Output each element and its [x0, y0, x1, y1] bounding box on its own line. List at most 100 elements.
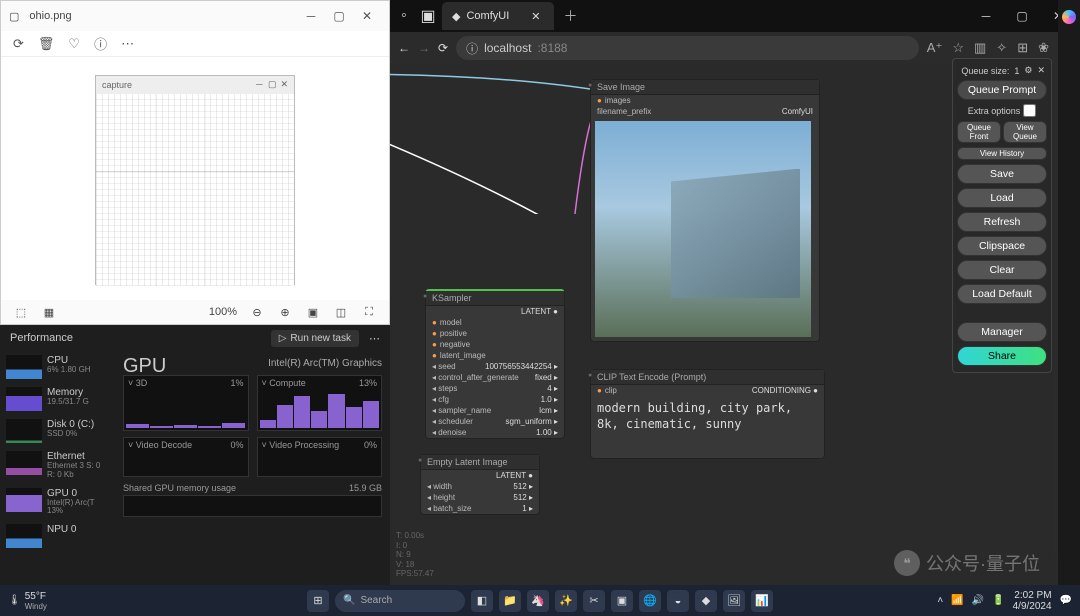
info-icon[interactable]: ⓘ — [94, 34, 107, 53]
extra-options-checkbox[interactable] — [1023, 104, 1036, 117]
rotate-icon[interactable]: ⟳ — [13, 36, 24, 52]
favorite-icon[interactable]: ☆ — [952, 40, 964, 56]
delete-icon[interactable]: 🗑 — [38, 36, 55, 52]
tab-actions-icon[interactable]: ▣ — [418, 6, 438, 26]
new-tab-button[interactable]: ＋ — [558, 6, 582, 26]
node-empty-latent[interactable]: Empty Latent Image LATENT ● ◂ width512 ▸… — [420, 454, 540, 515]
param-batch[interactable]: ◂ batch_size1 ▸ — [421, 503, 539, 514]
sidebar-cpu[interactable]: CPU6% 1.80 GH — [6, 355, 109, 379]
refresh-icon[interactable]: ⟳ — [438, 41, 448, 55]
favorites-bar-icon[interactable]: ✧ — [996, 40, 1007, 56]
site-info-icon[interactable]: ⓘ — [466, 40, 478, 57]
app-icon-3[interactable]: ◆ — [695, 590, 717, 612]
task-view-icon[interactable]: ◧ — [471, 590, 493, 612]
param-seed[interactable]: ◂ seed100756553442254 ▸ — [426, 361, 564, 372]
extensions-icon[interactable]: ❀ — [1038, 40, 1049, 56]
gear-icon[interactable]: ⚙ — [1024, 65, 1032, 76]
address-bar[interactable]: ⓘ localhost:8188 — [456, 36, 919, 60]
zoom-in-icon[interactable]: ⊕ — [277, 304, 293, 320]
node-title[interactable]: Save Image — [591, 80, 819, 95]
param-denoise[interactable]: ◂ denoise1.00 ▸ — [426, 427, 564, 438]
volume-icon[interactable]: 🔊 — [972, 595, 984, 606]
load-default-button[interactable]: Load Default — [957, 284, 1047, 304]
zoom-out-icon[interactable]: ⊖ — [249, 304, 265, 320]
refresh-button[interactable]: Refresh — [957, 212, 1047, 232]
image-canvas[interactable]: capture － ▢ ✕ — [1, 57, 389, 302]
windows-taskbar[interactable]: 🌡 55°FWindy ⊞ 🔍Search ◧ 📁 🦄 ✨ ✂ ▣ 🌐 ◒ ◆ … — [0, 585, 1080, 616]
copilot-bar[interactable] — [1058, 0, 1080, 585]
close-button[interactable]: ✕ — [353, 4, 381, 28]
sidebar-ethernet[interactable]: EthernetEthernet 3 S: 0 R: 0 Kb — [6, 451, 109, 480]
node-title[interactable]: CLIP Text Encode (Prompt) — [591, 370, 824, 385]
clipspace-button[interactable]: Clipspace — [957, 236, 1047, 256]
node-title[interactable]: Empty Latent Image — [421, 455, 539, 470]
collections-icon[interactable]: ⊞ — [1017, 40, 1028, 56]
read-aloud-icon[interactable]: A⁺ — [927, 40, 943, 56]
profile-icon[interactable]: ◦ — [394, 7, 414, 25]
param-sampler[interactable]: ◂ sampler_namelcm ▸ — [426, 405, 564, 416]
param-control[interactable]: ◂ control_after_generatefixed ▸ — [426, 372, 564, 383]
view-queue-button[interactable]: View Queue — [1003, 121, 1047, 143]
copilot-taskbar-icon[interactable]: ✨ — [555, 590, 577, 612]
split-icon[interactable]: ▥ — [974, 40, 986, 56]
compare-icon[interactable]: ⬚ — [13, 304, 29, 320]
actual-size-icon[interactable]: ◫ — [333, 304, 349, 320]
view-history-button[interactable]: View History — [957, 147, 1047, 160]
app-icon-1[interactable]: 🦄 — [527, 590, 549, 612]
param-width[interactable]: ◂ width512 ▸ — [421, 481, 539, 492]
notifications-icon[interactable]: 💬 — [1060, 595, 1072, 606]
param-scheduler[interactable]: ◂ schedulersgm_uniform ▸ — [426, 416, 564, 427]
capture-close-icon[interactable]: ✕ — [280, 79, 288, 90]
image-viewer-titlebar[interactable]: ▢ ohio.png － ▢ ✕ — [1, 1, 389, 31]
comfy-control-panel[interactable]: Queue size: 1 ⚙ ✕ Queue Prompt Extra opt… — [952, 58, 1052, 373]
back-icon[interactable]: ← — [398, 41, 410, 55]
browser-tabstrip[interactable]: ◦ ▣ ◆ ComfyUI ✕ ＋ － ▢ ✕ — [390, 0, 1080, 32]
photos-icon[interactable]: 🖼 — [723, 590, 745, 612]
more-icon[interactable]: ⋯ — [121, 36, 134, 52]
close-panel-icon[interactable]: ✕ — [1037, 65, 1045, 76]
node-title[interactable]: KSampler — [426, 291, 564, 306]
prompt-textarea[interactable] — [591, 396, 824, 456]
sidebar-npu[interactable]: NPU 0 — [6, 524, 109, 548]
share-button[interactable]: Share — [957, 346, 1047, 366]
minimize-button[interactable]: － — [297, 4, 325, 28]
save-button[interactable]: Save — [957, 164, 1047, 184]
browser-minimize-button[interactable]: － — [968, 2, 1004, 30]
app-icon-2[interactable]: ◒ — [667, 590, 689, 612]
copilot-icon[interactable] — [1062, 10, 1076, 24]
taskbar-clock[interactable]: 2:02 PM 4/9/2024 — [1013, 590, 1052, 612]
browser-tab[interactable]: ◆ ComfyUI ✕ — [442, 2, 554, 30]
capture-min-icon[interactable]: － — [255, 78, 264, 91]
fullscreen-icon[interactable]: ⛶ — [361, 304, 377, 320]
param-cfg[interactable]: ◂ cfg1.0 ▸ — [426, 394, 564, 405]
more-icon[interactable]: ⋯ — [369, 332, 380, 345]
start-button[interactable]: ⊞ — [307, 590, 329, 612]
grid-icon[interactable]: ▦ — [41, 304, 57, 320]
manager-button[interactable]: Manager — [957, 322, 1047, 342]
node-ksampler[interactable]: KSampler LATENT ● ●model ●positive ●nega… — [425, 289, 565, 439]
tray-chevron-icon[interactable]: ˄ — [937, 595, 943, 606]
weather-widget[interactable]: 🌡 55°FWindy — [8, 591, 47, 611]
battery-icon[interactable]: 🔋 — [992, 595, 1004, 606]
queue-front-button[interactable]: Queue Front — [957, 121, 1001, 143]
taskbar-search[interactable]: 🔍Search — [335, 590, 465, 612]
system-tray[interactable]: ˄ 📶 🔊 🔋 2:02 PM 4/9/2024 💬 — [937, 590, 1072, 612]
sidebar-memory[interactable]: Memory19.5/31.7 G — [6, 387, 109, 411]
forward-icon[interactable]: → — [418, 41, 430, 55]
sidebar-gpu[interactable]: GPU 0Intel(R) Arc(T 13% — [6, 488, 109, 517]
clear-button[interactable]: Clear — [957, 260, 1047, 280]
browser-maximize-button[interactable]: ▢ — [1004, 2, 1040, 30]
terminal-icon[interactable]: ▣ — [611, 590, 633, 612]
maximize-button[interactable]: ▢ — [325, 4, 353, 28]
queue-prompt-button[interactable]: Queue Prompt — [957, 80, 1047, 100]
node-save-image[interactable]: Save Image ●images filename_prefixComfyU… — [590, 79, 820, 342]
capture-max-icon[interactable]: ▢ — [268, 79, 277, 90]
snip-icon[interactable]: ✂ — [583, 590, 605, 612]
tab-close-icon[interactable]: ✕ — [531, 10, 540, 23]
fit-icon[interactable]: ▣ — [305, 304, 321, 320]
sidebar-disk[interactable]: Disk 0 (C:)SSD 0% — [6, 419, 109, 443]
node-clip-text-encode[interactable]: CLIP Text Encode (Prompt) ●clipCONDITION… — [590, 369, 825, 459]
explorer-icon[interactable]: 📁 — [499, 590, 521, 612]
heart-icon[interactable]: ♡ — [68, 36, 80, 52]
perf-sidebar[interactable]: CPU6% 1.80 GH Memory19.5/31.7 G Disk 0 (… — [0, 351, 115, 585]
